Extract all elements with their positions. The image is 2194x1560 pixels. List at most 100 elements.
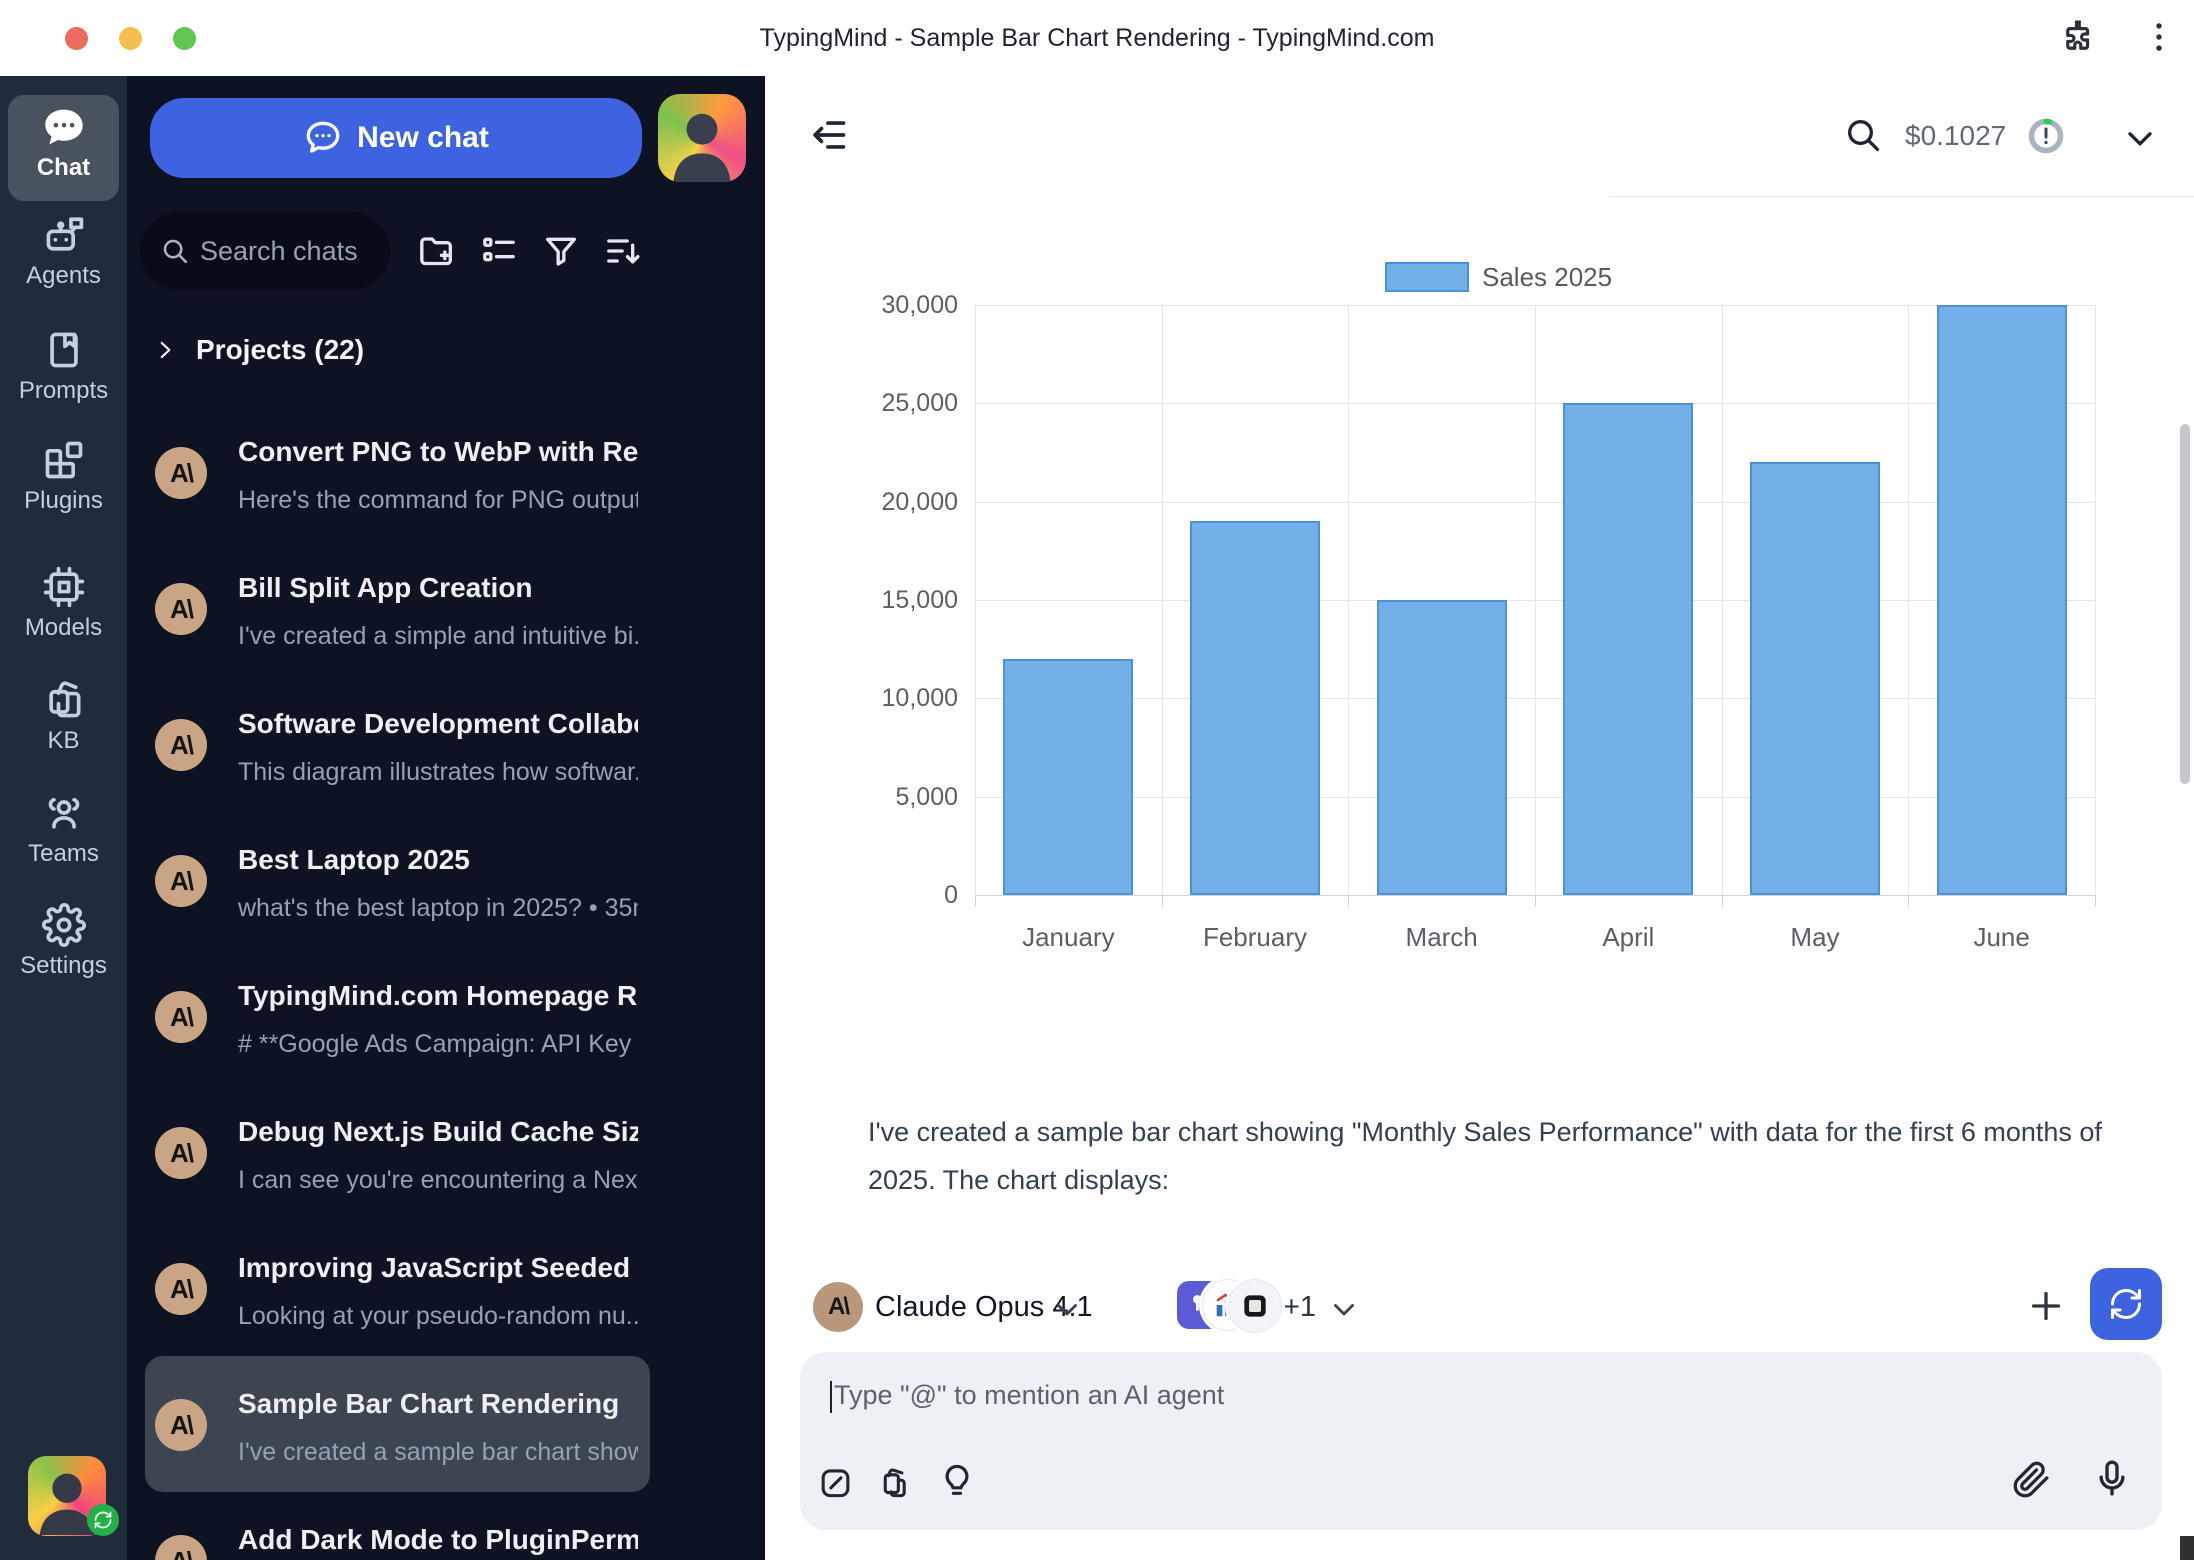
chat-title: TypingMind.com Homepage Re... [238,978,638,1014]
user-avatar[interactable] [658,94,746,182]
chat-title: Convert PNG to WebP with Res... [238,434,638,470]
chat-preview: Looking at your pseudo-random nu... • 22… [238,1300,638,1332]
chat-title: Improving JavaScript Seeded R... [238,1250,638,1286]
usage-cost-label[interactable]: $0.1027 [1905,117,2006,155]
gridline [1908,305,1909,895]
sidebar-item-label: Prompts [0,377,127,405]
window-title: TypingMind - Sample Bar Chart Rendering … [0,0,2194,76]
extensions-puzzle-icon[interactable] [2057,18,2095,56]
chat-list-item[interactable]: A\ Sample Bar Chart Rendering I've creat… [145,1356,650,1492]
legend-label[interactable]: Sales 2025 [1482,262,1612,292]
chat-title: Sample Bar Chart Rendering [238,1386,638,1422]
y-axis-tick-label: 0 [838,880,958,910]
sidebar-item-prompts[interactable]: Prompts [0,328,127,405]
projects-section-header[interactable]: Projects (22) [152,334,364,366]
list-view-icon[interactable] [479,231,519,271]
new-chat-button[interactable]: New chat [150,98,642,178]
sidebar-item-agents[interactable]: Agents [0,213,127,290]
lightbulb-icon[interactable] [938,1462,976,1500]
plugins-more-count[interactable]: +1 [1283,1288,1316,1326]
bar-march [1377,600,1507,895]
search-icon [160,236,190,266]
axis-tick [1162,895,1163,907]
copy-pages-icon[interactable] [876,1464,913,1501]
chevron-down-icon[interactable] [2120,118,2160,158]
chat-bubble-icon [8,105,119,149]
chat-preview: This diagram illustrates how softwar... … [238,756,638,788]
cpu-chip-icon [0,565,127,609]
sidebar-item-label: Agents [0,262,127,290]
search-placeholder: Search chats [200,236,358,267]
axis-tick [1908,895,1909,907]
input-placeholder: Type "@" to mention an AI agent [834,1380,1224,1410]
new-folder-icon[interactable] [416,231,456,271]
sidebar-item-chat[interactable]: Chat [8,95,119,201]
chat-list-item[interactable]: A\ Improving JavaScript Seeded R... Look… [145,1220,650,1356]
sidebar-item-teams[interactable]: Teams [0,791,127,868]
canvas-edit-icon[interactable] [817,1464,854,1501]
collapse-sidebar-icon[interactable] [805,113,849,157]
anthropic-avatar-icon: A\ [155,1263,207,1315]
anthropic-avatar-icon: A\ [155,447,207,499]
chat-list: A\ Convert PNG to WebP with Res... Here'… [127,404,765,1560]
model-chevron-down-icon[interactable] [1050,1292,1084,1326]
add-attachment-plus-icon[interactable] [2026,1286,2066,1326]
scrollbar-thumb[interactable] [2180,424,2190,784]
new-chat-label: New chat [357,121,489,155]
sidebar-item-label: Teams [0,840,127,868]
model-avatar: A\ [813,1282,863,1332]
gear-icon [0,903,127,947]
bar-may [1750,462,1880,895]
titlebar: TypingMind - Sample Bar Chart Rendering … [0,0,2194,76]
chat-list-item[interactable]: A\ Software Development Collabo... This … [145,676,650,812]
plugin-chip-canvas-icon[interactable] [1228,1279,1282,1333]
gridline [2095,305,2096,895]
sidebar-item-models[interactable]: Models [0,565,127,642]
axis-tick [1722,895,1723,907]
chat-title: Bill Split App Creation [238,570,638,606]
documents-copy-icon [0,678,127,722]
notebook-bookmark-icon [0,328,127,372]
text-caret [830,1381,832,1413]
chat-list-item[interactable]: A\ TypingMind.com Homepage Re... # **Goo… [145,948,650,1084]
sidebar-item-label: Chat [8,154,119,182]
message-composer: Type "@" to mention an AI agent [800,1352,2162,1530]
regenerate-button[interactable] [2090,1268,2162,1340]
y-axis-tick-label: 30,000 [838,290,958,320]
anthropic-avatar-icon: A\ [155,1535,207,1560]
sidebar-item-plugins[interactable]: Plugins [0,438,127,515]
y-axis-tick-label: 25,000 [838,388,958,418]
legend-swatch[interactable] [1385,262,1469,292]
sidebar-item-label: Plugins [0,487,127,515]
x-axis-tick-label: February [1162,922,1349,953]
gridline [1348,305,1349,895]
search-conversation-icon[interactable] [1843,115,1883,155]
chat-list-item[interactable]: A\ Debug Next.js Build Cache Size... I c… [145,1084,650,1220]
chat-list-item[interactable]: A\ Best Laptop 2025 what's the best lapt… [145,812,650,948]
chat-title: Debug Next.js Build Cache Size... [238,1114,638,1150]
filter-icon[interactable] [541,231,581,271]
blocks-icon [0,438,127,482]
browser-menu-kebab-icon[interactable] [2140,17,2178,57]
message-input[interactable]: Type "@" to mention an AI agent [830,1380,1224,1413]
chat-preview: I've created a sample bar chart showi...… [238,1436,638,1468]
usage-alert-ring-icon[interactable] [2026,116,2066,156]
sort-icon[interactable] [603,231,643,271]
chat-bubble-outline-icon [303,118,343,158]
chat-title: Software Development Collabo... [238,706,638,742]
paperclip-icon[interactable] [2012,1460,2051,1499]
chat-list-item[interactable]: A\ Bill Split App Creation I've created … [145,540,650,676]
sidebar-item-settings[interactable]: Settings [0,903,127,980]
chat-title: Best Laptop 2025 [238,842,638,878]
y-axis-tick-label: 10,000 [838,683,958,713]
anthropic-avatar-icon: A\ [155,1399,207,1451]
chat-list-item[interactable]: A\ Convert PNG to WebP with Res... Here'… [145,404,650,540]
microphone-icon[interactable] [2092,1458,2132,1498]
anthropic-avatar-icon: A\ [155,719,207,771]
sidebar-item-kb[interactable]: KB [0,678,127,755]
search-chats-input[interactable]: Search chats [140,212,390,290]
plugins-chevron-down-icon[interactable] [1327,1292,1361,1326]
bar-april [1563,403,1693,895]
chat-list-item[interactable]: A\ Add Dark Mode to PluginPermi... [145,1492,650,1560]
chevron-right-icon [152,337,178,363]
